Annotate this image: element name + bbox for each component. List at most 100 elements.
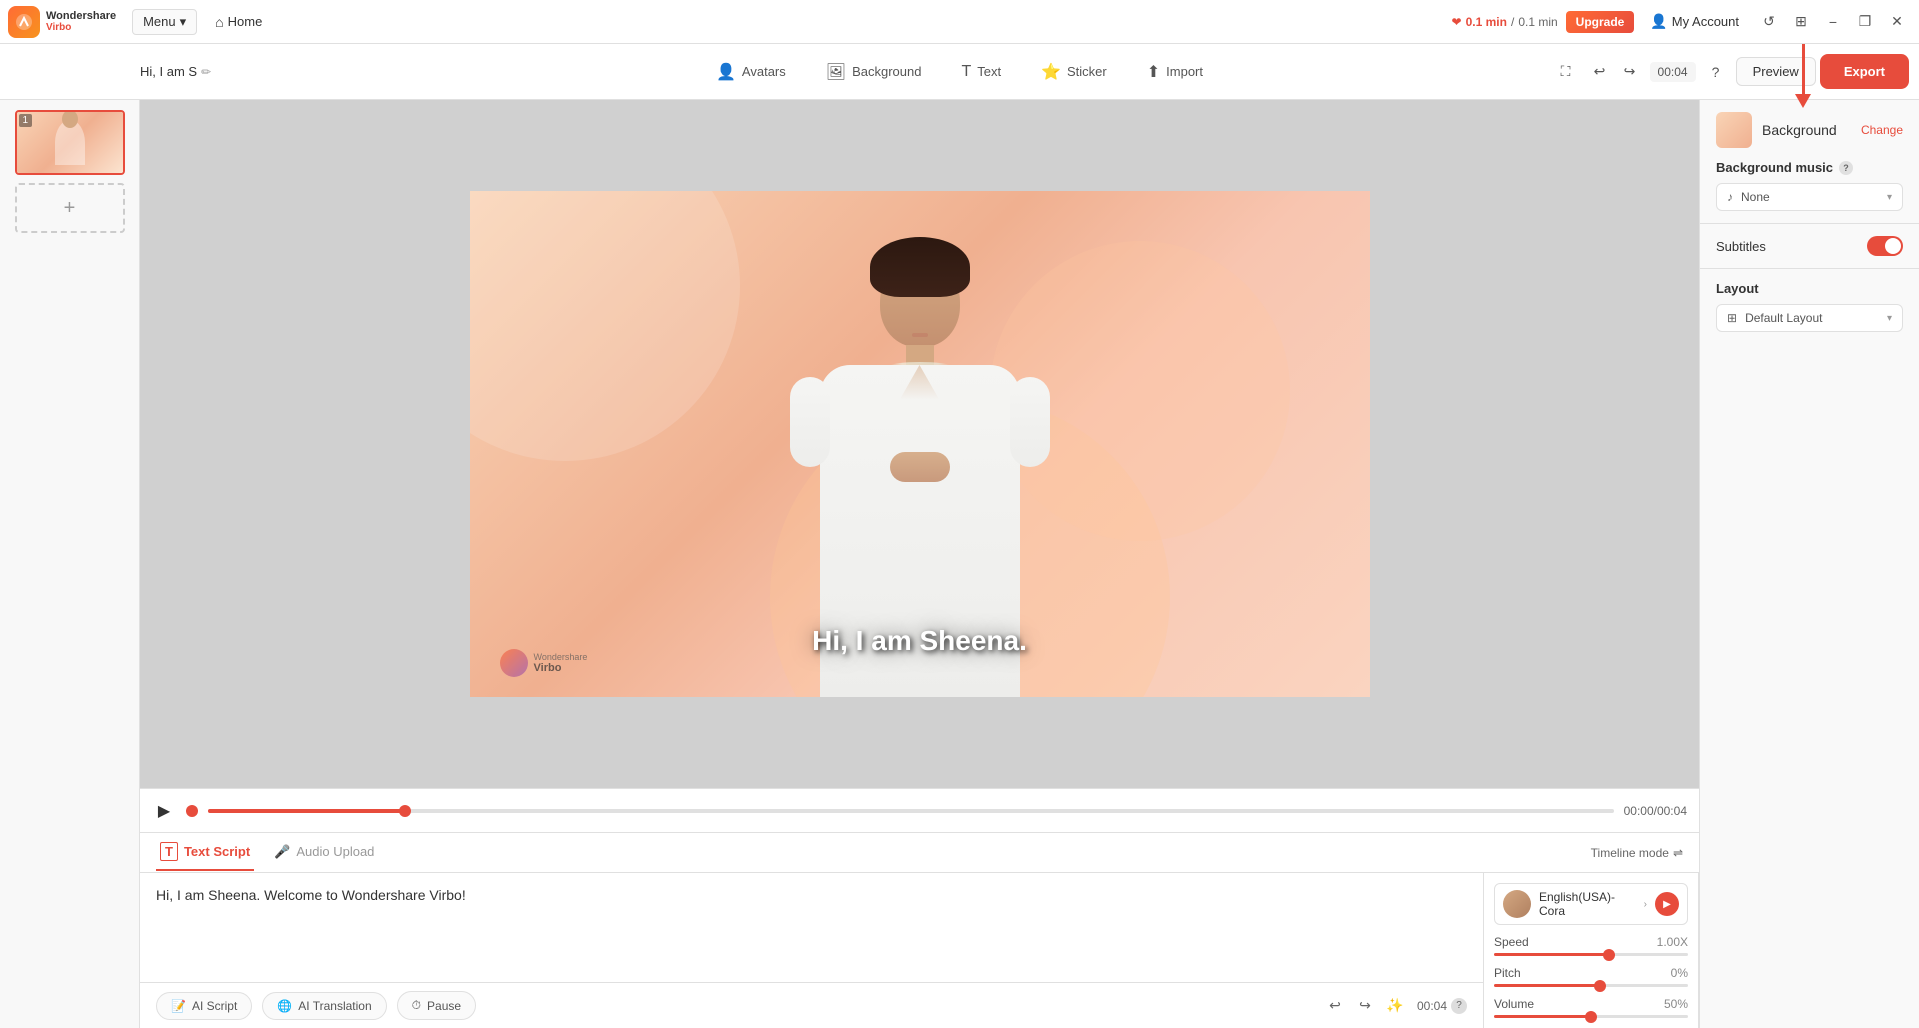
text-label: Text xyxy=(977,64,1001,79)
text-icon: T xyxy=(961,63,971,81)
avatar-arm-left xyxy=(790,377,830,467)
voice-chevron-icon: › xyxy=(1644,899,1647,910)
music-section-title: Background music ? xyxy=(1716,160,1903,175)
music-name: None xyxy=(1741,190,1879,204)
ai-translation-icon: 🌐 xyxy=(277,999,292,1013)
script-undo-button[interactable]: ↩ xyxy=(1323,994,1347,1018)
speed-label: Speed xyxy=(1494,935,1529,949)
subtitles-toggle[interactable] xyxy=(1867,236,1903,256)
music-label: Background music xyxy=(1716,160,1833,175)
timeline-handle xyxy=(399,805,411,817)
pitch-label: Pitch xyxy=(1494,966,1521,980)
layout-selector[interactable]: ⊞ Default Layout ▾ xyxy=(1716,304,1903,332)
upgrade-button[interactable]: Upgrade xyxy=(1566,11,1635,33)
preview-button[interactable]: Preview xyxy=(1736,57,1816,86)
toolbar-text[interactable]: T Text xyxy=(943,57,1019,87)
restore-button[interactable]: ❐ xyxy=(1851,8,1879,36)
timeline-mode-label: Timeline mode xyxy=(1591,846,1669,860)
script-tabs: T Text Script 🎤 Audio Upload Timeline mo… xyxy=(140,833,1699,873)
voice-play-button[interactable]: ▶ xyxy=(1655,892,1679,916)
subtitle-text: Hi, I am Sheena. xyxy=(812,625,1027,657)
project-info: Hi, I am S ✏ xyxy=(140,64,211,79)
ai-translation-button[interactable]: 🌐 AI Translation xyxy=(262,992,386,1020)
avatar-lips xyxy=(912,333,928,337)
close-button[interactable]: ✕ xyxy=(1883,8,1911,36)
account-button[interactable]: 👤 My Account xyxy=(1642,9,1747,34)
music-note-icon: ♪ xyxy=(1727,190,1733,204)
logo-icon xyxy=(8,6,40,38)
change-bg-button[interactable]: Change xyxy=(1861,123,1903,137)
toolbar-right: ⛶ ↩ ↪ 00:04 ? Preview Export xyxy=(1552,56,1907,87)
speed-setting: Speed 1.00X xyxy=(1494,935,1688,956)
voice-avatar xyxy=(1503,890,1531,918)
time-help-button[interactable]: ? xyxy=(1702,58,1730,86)
voice-selector[interactable]: English(USA)-Cora › ▶ xyxy=(1494,883,1688,925)
script-undo-actions: ↩ ↪ ✨ xyxy=(1323,994,1407,1018)
toolbar-avatars[interactable]: 👤 Avatars xyxy=(698,56,804,88)
avatar-vneck xyxy=(900,365,940,400)
bottom-area: T Text Script 🎤 Audio Upload Timeline mo… xyxy=(140,832,1699,1028)
music-selector[interactable]: ♪ None ▾ xyxy=(1716,183,1903,211)
volume-label: Volume xyxy=(1494,997,1534,1011)
volume-value: 50% xyxy=(1664,997,1688,1011)
undo-button[interactable]: ↩ xyxy=(1586,58,1614,86)
watermark-label: Wondershare Virbo xyxy=(534,652,588,674)
background-icon: 🖼 xyxy=(826,62,846,82)
timeline-track[interactable] xyxy=(208,809,1614,813)
timeline-mode-button[interactable]: Timeline mode ⇌ xyxy=(1591,846,1683,860)
grid-button[interactable]: ⊞ xyxy=(1787,8,1815,36)
music-help-icon[interactable]: ? xyxy=(1839,161,1853,175)
volume-slider[interactable] xyxy=(1494,1015,1688,1018)
app-logo: Wondershare Virbo xyxy=(8,6,116,38)
menu-button[interactable]: Menu ▾ xyxy=(132,9,197,35)
speed-label-row: Speed 1.00X xyxy=(1494,935,1688,949)
slide-1-number: 1 xyxy=(19,114,33,127)
toolbar-sticker[interactable]: ⭐ Sticker xyxy=(1023,56,1125,88)
slides-panel: 1 + xyxy=(0,100,140,1028)
layout-section-title: Layout xyxy=(1716,281,1903,296)
script-magic-button[interactable]: ✨ xyxy=(1383,994,1407,1018)
layout-label: Layout xyxy=(1716,281,1759,296)
script-left: Hi, I am Sheena. Welcome to Wondershare … xyxy=(140,873,1484,1028)
redo-button[interactable]: ↪ xyxy=(1616,58,1644,86)
watermark-icon xyxy=(500,649,528,677)
audio-upload-label: Audio Upload xyxy=(296,844,374,859)
fullscreen-button[interactable]: ⛶ xyxy=(1552,58,1580,86)
layout-name: Default Layout xyxy=(1745,311,1879,325)
slide-1[interactable]: 1 xyxy=(15,110,125,175)
toolbar-background[interactable]: 🖼 Background xyxy=(808,56,940,88)
script-text-area[interactable]: Hi, I am Sheena. Welcome to Wondershare … xyxy=(140,873,1483,982)
duration-display: 00:04 ? xyxy=(1417,998,1467,1014)
pitch-slider[interactable] xyxy=(1494,984,1688,987)
pause-label: Pause xyxy=(427,999,461,1013)
main-content: 1 + xyxy=(0,100,1919,1028)
play-button[interactable]: ▶ xyxy=(152,799,176,823)
duration-help-button[interactable]: ? xyxy=(1451,998,1467,1014)
script-redo-button[interactable]: ↪ xyxy=(1353,994,1377,1018)
pause-button[interactable]: ⏱ Pause xyxy=(397,991,476,1020)
canvas: Hi, I am Sheena. Wondershare Virbo xyxy=(470,191,1370,697)
export-button[interactable]: Export xyxy=(1822,56,1907,87)
ai-script-button[interactable]: 📝 AI Script xyxy=(156,992,252,1020)
timeline-bar: ▶ 00:00/00:04 xyxy=(140,788,1699,832)
window-actions: ↺ ⊞ − ❐ ✕ xyxy=(1755,8,1911,36)
tab-text-script[interactable]: T Text Script xyxy=(156,834,254,871)
speed-slider[interactable] xyxy=(1494,953,1688,956)
pitch-value: 0% xyxy=(1671,966,1688,980)
top-bar: Wondershare Virbo Menu ▾ ⌂ Home ❤ 0.1 mi… xyxy=(0,0,1919,44)
pause-icon: ⏱ xyxy=(412,998,421,1013)
avatar-hair xyxy=(870,237,970,297)
tab-audio-upload[interactable]: 🎤 Audio Upload xyxy=(270,836,378,870)
toolbar-import[interactable]: ⬆ Import xyxy=(1129,56,1221,88)
speed-value: 1.00X xyxy=(1657,935,1688,949)
edit-project-icon[interactable]: ✏ xyxy=(201,65,211,79)
logo-text: Wondershare Virbo xyxy=(46,10,116,33)
home-button[interactable]: ⌂ Home xyxy=(205,10,272,34)
bg-header-content: Background xyxy=(1716,112,1837,148)
canvas-wrapper: Hi, I am Sheena. Wondershare Virbo ▶ 00:… xyxy=(140,100,1699,1028)
refresh-button[interactable]: ↺ xyxy=(1755,8,1783,36)
avatar-arm-right xyxy=(1010,377,1050,467)
minimize-button[interactable]: − xyxy=(1819,8,1847,36)
right-panel: Background Change Background music ? ♪ N… xyxy=(1699,100,1919,1028)
add-slide-button[interactable]: + xyxy=(15,183,125,233)
